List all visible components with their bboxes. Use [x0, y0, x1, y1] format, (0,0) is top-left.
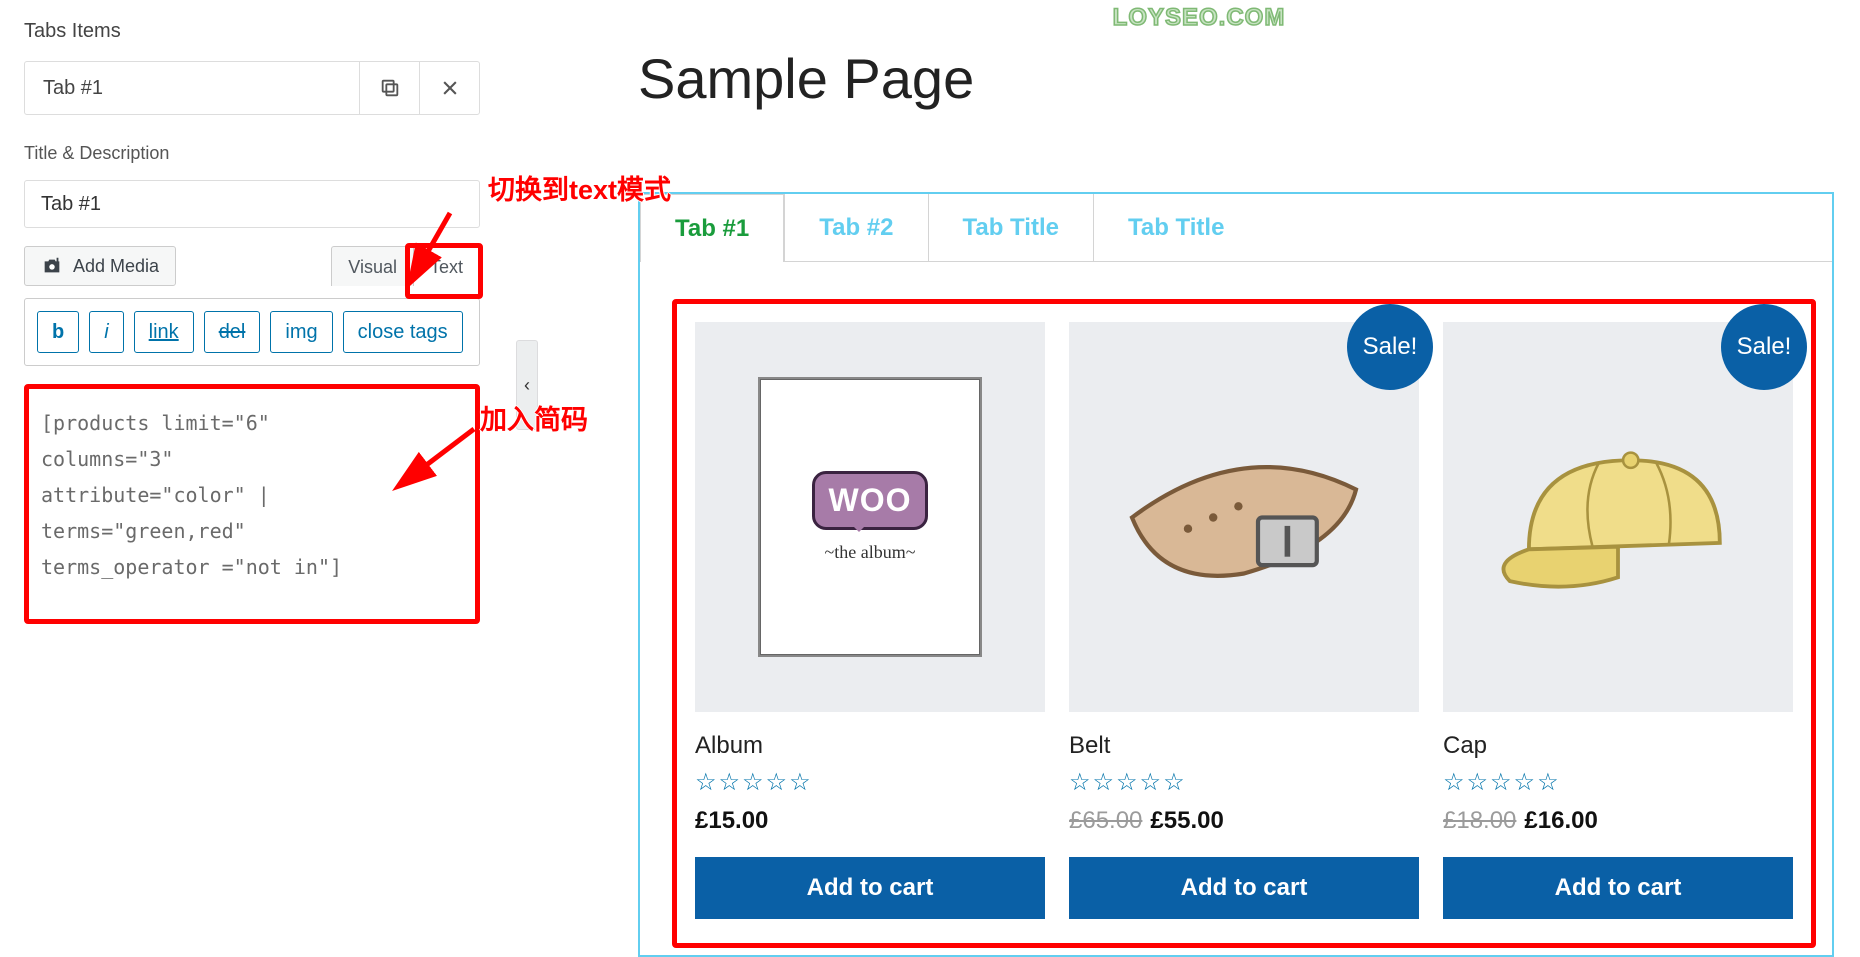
sale-badge: Sale! [1721, 304, 1807, 390]
add-media-label: Add Media [73, 256, 159, 277]
page-title: Sample Page [638, 46, 1860, 111]
album-subtitle: ~the album~ [825, 542, 916, 563]
products-grid: WOO ~the album~ Album ☆☆☆☆☆ £15.00 Add t… [672, 299, 1816, 948]
camera-music-icon [41, 255, 63, 277]
product-name: Cap [1443, 732, 1793, 760]
product-card: WOO ~the album~ Album ☆☆☆☆☆ £15.00 Add t… [695, 322, 1045, 919]
star-rating: ☆☆☆☆☆ [1069, 768, 1419, 797]
tab-3[interactable]: Tab Title [928, 194, 1093, 262]
chevron-left-icon: ‹ [524, 375, 530, 396]
arrow-icon [394, 424, 484, 499]
star-rating: ☆☆☆☆☆ [1443, 768, 1793, 797]
add-to-cart-button[interactable]: Add to cart [695, 857, 1045, 919]
product-image[interactable]: WOO ~the album~ [695, 322, 1045, 712]
page-preview: LOYSEO.COM Sample Page Tab #1 Tab #2 Tab… [538, 0, 1860, 957]
tabs-widget-frame: Tab #1 Tab #2 Tab Title Tab Title WOO ~t… [638, 192, 1834, 957]
belt-illustration [1104, 381, 1384, 654]
duplicate-icon[interactable] [359, 62, 419, 114]
tab-2[interactable]: Tab #2 [784, 194, 927, 262]
img-button[interactable]: img [270, 311, 332, 353]
text-editor-toolbar: b i link del img close tags [24, 298, 480, 366]
product-price: £65.00£55.00 [1069, 807, 1419, 835]
tab-4[interactable]: Tab Title [1093, 194, 1258, 262]
tabs-nav: Tab #1 Tab #2 Tab Title Tab Title [640, 194, 1832, 262]
italic-button[interactable]: i [89, 311, 123, 353]
product-card: Sale! Belt ☆☆☆☆☆ £65.00£55.00 Add to car… [1069, 322, 1419, 919]
product-image[interactable]: Sale! [1069, 322, 1419, 712]
link-button[interactable]: link [134, 311, 194, 353]
bold-button[interactable]: b [37, 311, 79, 353]
tab-filler [1258, 194, 1832, 262]
arrow-icon [400, 208, 460, 293]
album-illustration: WOO ~the album~ [758, 377, 982, 658]
tabs-items-label: Tabs Items [24, 20, 480, 43]
tab-item-title: Tab #1 [25, 62, 359, 114]
cap-illustration [1478, 381, 1758, 654]
woo-logo: WOO [812, 471, 929, 530]
shortcode-textarea[interactable]: [products limit="6" columns="3" attribut… [24, 384, 480, 624]
add-to-cart-button[interactable]: Add to cart [1069, 857, 1419, 919]
title-description-label: Title & Description [24, 143, 480, 164]
product-card: Sale! Cap ☆☆☆☆☆ £18.00£16.00 Add to cart [1443, 322, 1793, 919]
add-media-button[interactable]: Add Media [24, 246, 176, 286]
sale-badge: Sale! [1347, 304, 1433, 390]
product-name: Belt [1069, 732, 1419, 760]
star-rating: ☆☆☆☆☆ [695, 768, 1045, 797]
close-icon[interactable] [419, 62, 479, 114]
tab-item-row[interactable]: Tab #1 [24, 61, 480, 115]
product-name: Album [695, 732, 1045, 760]
del-button[interactable]: del [204, 311, 261, 353]
close-tags-button[interactable]: close tags [343, 311, 463, 353]
add-to-cart-button[interactable]: Add to cart [1443, 857, 1793, 919]
product-image[interactable]: Sale! [1443, 322, 1793, 712]
annotation-switch-text: 切换到text模式 [488, 168, 671, 207]
watermark-text: LOYSEO.COM [1113, 4, 1286, 32]
product-price: £18.00£16.00 [1443, 807, 1793, 835]
product-price: £15.00 [695, 807, 1045, 835]
annotation-add-shortcode: 加入简码 [480, 398, 588, 437]
